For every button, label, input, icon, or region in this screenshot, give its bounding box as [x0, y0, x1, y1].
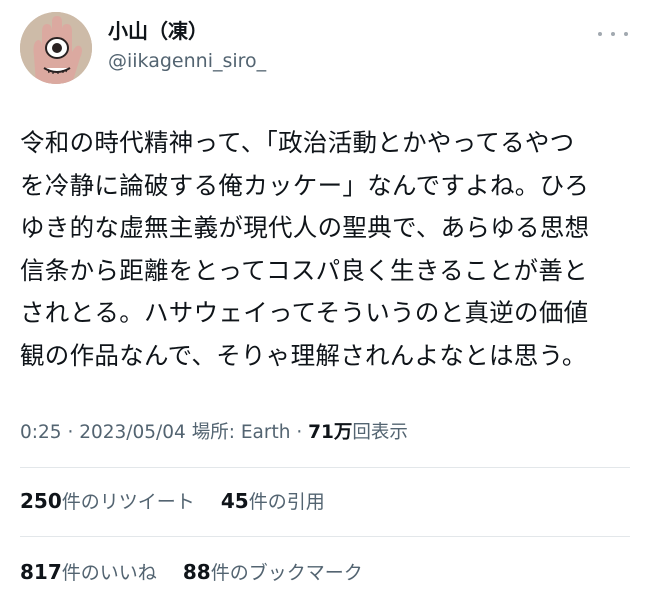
author-handle[interactable]: @iikagenni_siro_	[108, 48, 266, 74]
meta-separator: ·	[67, 422, 80, 443]
retweets-link[interactable]: 250件のリツイート	[20, 489, 195, 513]
quotes-link[interactable]: 45件の引用	[220, 489, 325, 513]
tweet-text-line: 令和の時代精神って、「政治活動とかやってるやつ	[20, 128, 575, 157]
tweet-text-line: 信条から距離をとってコスパ良く生きることが善と	[20, 255, 588, 285]
tweet-date[interactable]: 2023/05/04	[79, 422, 186, 443]
retweets-count: 250	[20, 489, 62, 513]
retweets-label: 件のリツイート	[61, 491, 195, 513]
author-display-name[interactable]: 小山（凍）	[108, 18, 266, 44]
tweet-header: 小山（凍） @iikagenni_siro_	[0, 0, 650, 110]
meta-separator: ·	[296, 422, 309, 443]
bookmarks-count: 88	[182, 560, 211, 584]
divider	[20, 467, 630, 468]
author-names: 小山（凍） @iikagenni_siro_	[108, 18, 266, 74]
likes-label: 件のいいね	[61, 562, 157, 584]
tweet-text-line: 観の作品なんで、そりゃ理解されんよなとは思う。	[20, 340, 587, 370]
tweet-text-line: ゆき的な虚無主義が現代人の聖典で、あらゆる思想	[20, 213, 590, 242]
quotes-label: 件の引用	[248, 491, 325, 513]
avatar-image	[20, 12, 92, 84]
views-count: 71万	[308, 422, 353, 443]
more-dot	[624, 32, 628, 36]
quotes-count: 45	[220, 489, 249, 513]
bookmarks-link[interactable]: 88件のブックマーク	[182, 560, 363, 584]
more-dot	[598, 32, 602, 36]
likes-link[interactable]: 817件のいいね	[20, 560, 157, 584]
more-horizontal-icon[interactable]	[598, 24, 628, 44]
likes-count: 817	[20, 560, 62, 584]
divider	[20, 536, 630, 537]
tweet-text-line: されとる。ハサウェイってそういうのと真逆の価値	[20, 298, 589, 327]
stats-row-retweets: 250件のリツイート 45件の引用	[20, 487, 325, 514]
bookmarks-label: 件のブックマーク	[210, 562, 363, 584]
tweet-text-line: を冷静に論破する俺カッケー」なんですよね。ひろ	[20, 170, 590, 200]
tweet-time[interactable]: 0:25	[20, 422, 62, 443]
avatar[interactable]	[20, 12, 92, 84]
stats-row-likes: 817件のいいね 88件のブックマーク	[20, 558, 363, 585]
tweet-meta: 0:25 · 2023/05/04 場所: Earth · 71万回表示	[20, 418, 408, 444]
more-dot	[611, 32, 615, 36]
tweet-location: 場所: Earth	[191, 422, 291, 443]
tweet-text: 令和の時代精神って、「政治活動とかやってるやつ を冷静に論破する俺カッケー」なん…	[20, 122, 640, 377]
views-label: 回表示	[352, 422, 408, 443]
